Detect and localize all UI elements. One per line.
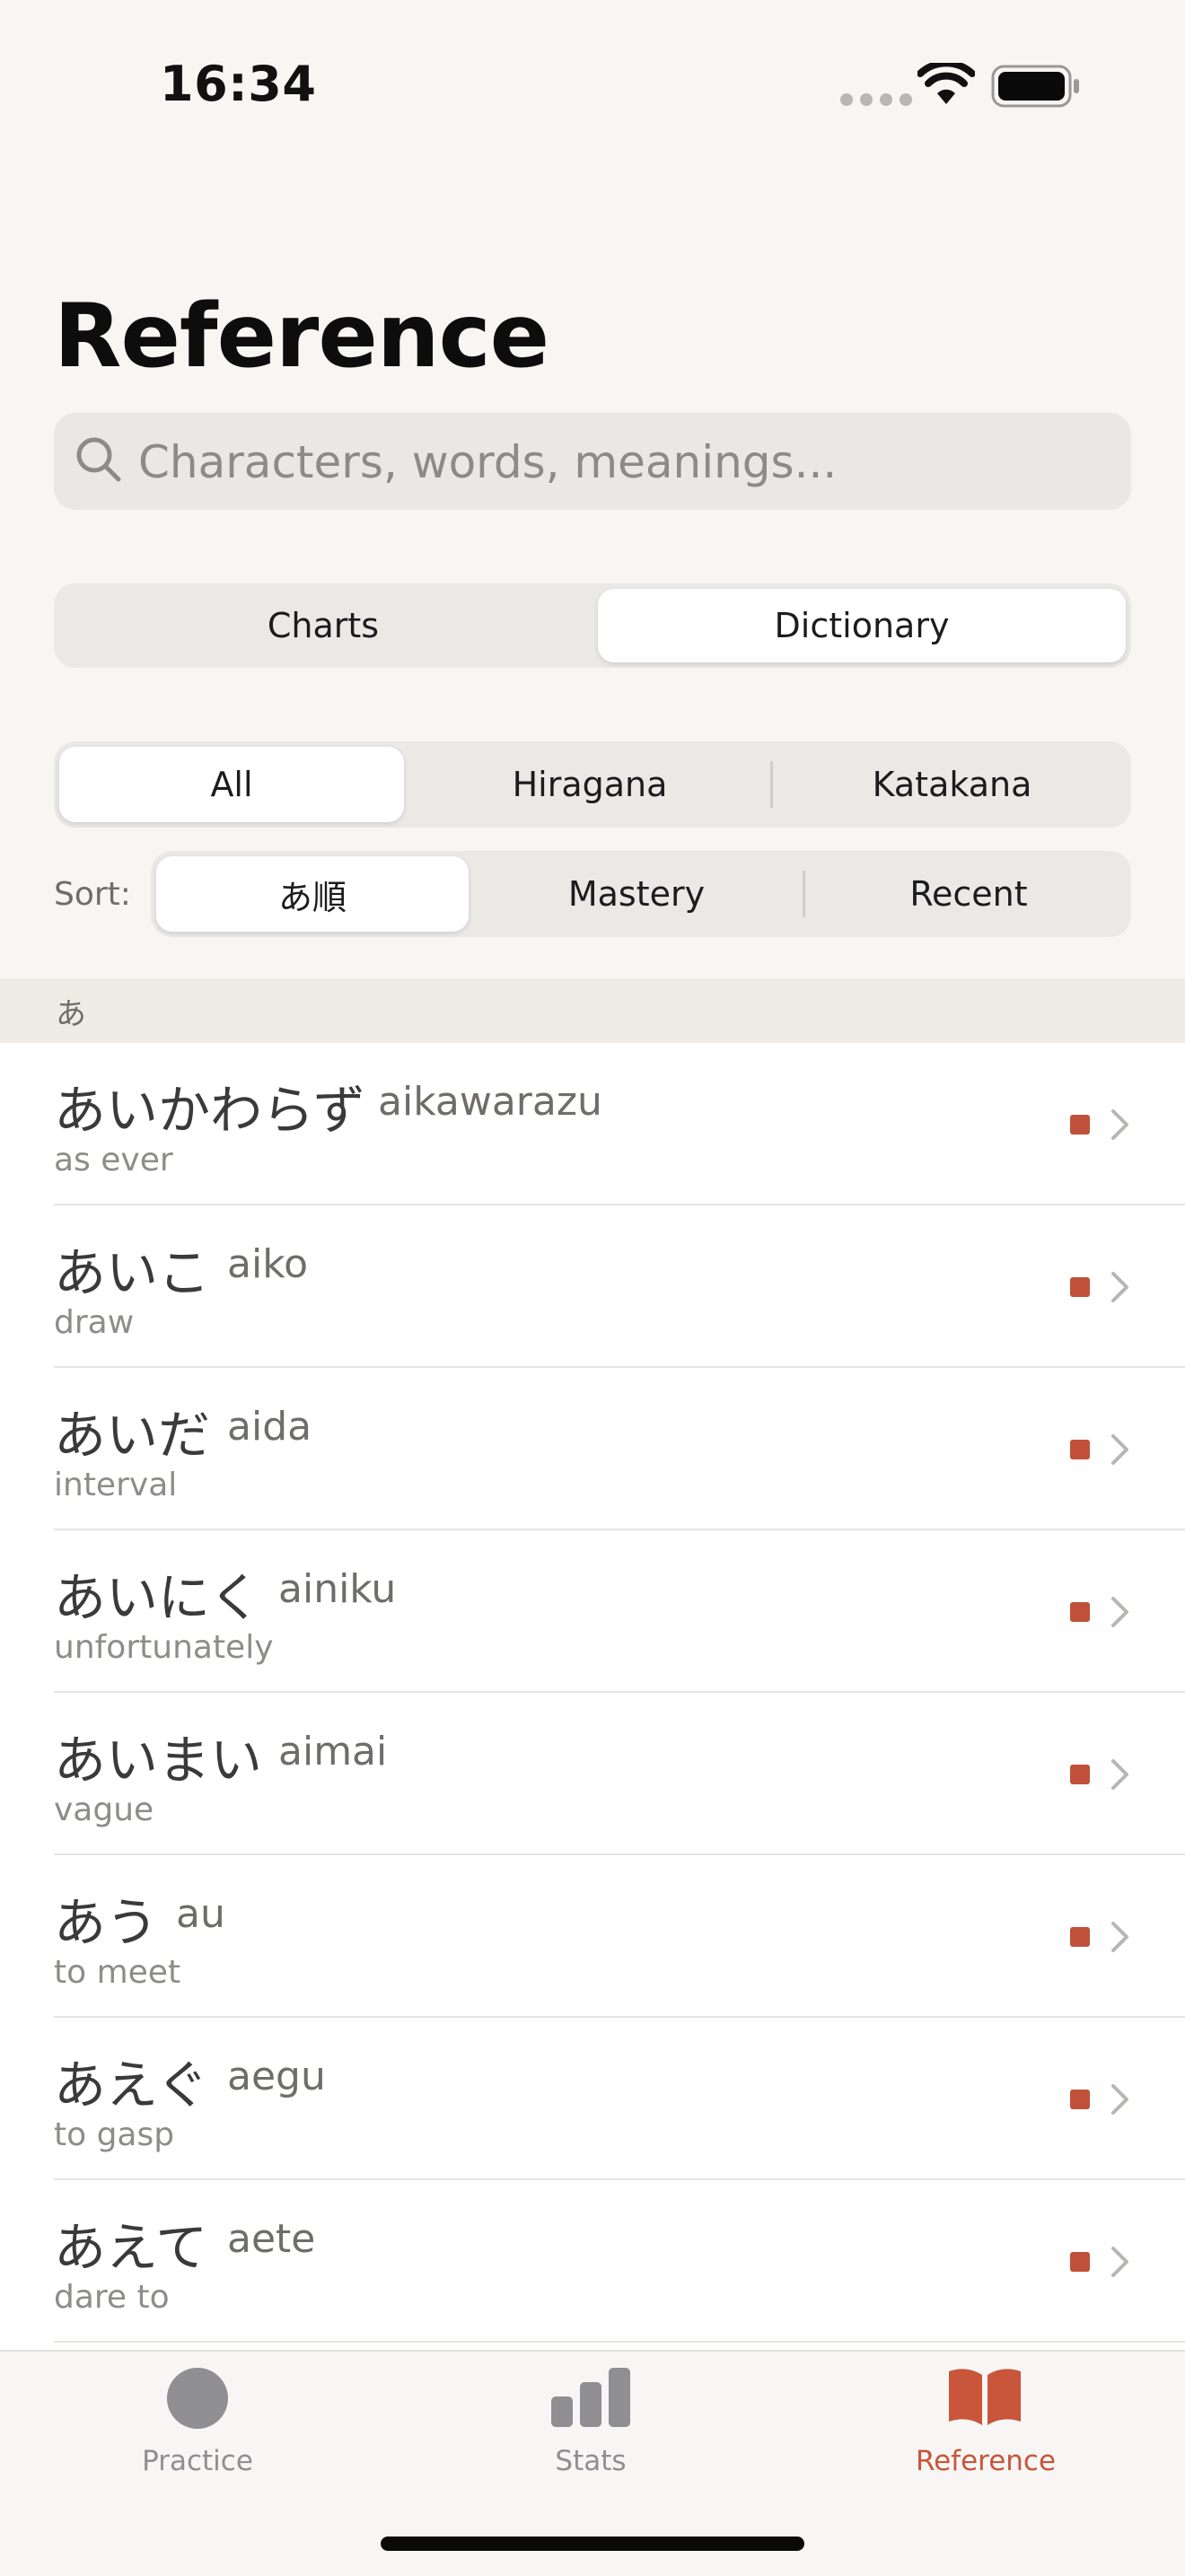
- word-romaji: aiko: [227, 1241, 309, 1287]
- mastery-indicator: [1070, 1602, 1090, 1622]
- word-kana: あえぐ: [54, 2055, 209, 2116]
- tab-stats[interactable]: Stats: [456, 2366, 725, 2492]
- chevron-right-icon: [1111, 1922, 1128, 1952]
- word-list: あいかわらず aikawarazu as ever あいこ aiko draw …: [0, 1043, 1185, 2350]
- search-icon: [76, 437, 121, 482]
- cellular-signal-icon: [840, 93, 912, 106]
- filter-hiragana[interactable]: Hiragana: [409, 741, 770, 828]
- chevron-right-icon: [1111, 1109, 1128, 1140]
- word-kana: あえて: [54, 2217, 208, 2278]
- mastery-indicator: [1070, 1927, 1090, 1947]
- word-kana: あいこ: [54, 1242, 211, 1303]
- sort-kana-order[interactable]: あ順: [156, 856, 469, 932]
- chevron-right-icon: [1111, 2084, 1128, 2115]
- mastery-indicator: [1070, 1440, 1090, 1459]
- bar-chart-icon: [551, 2368, 630, 2427]
- word-row[interactable]: あえぐ aegu to gasp: [0, 2018, 1185, 2180]
- word-meaning: to gasp: [54, 2116, 175, 2153]
- word-kana: あいかわらず: [54, 1080, 365, 1141]
- section-header-label: あ: [56, 996, 86, 1032]
- word-meaning: draw: [54, 1304, 135, 1341]
- chevron-right-icon: [1111, 1759, 1128, 1790]
- word-kana: あいまい: [54, 1730, 263, 1791]
- word-romaji: aimai: [278, 1729, 388, 1774]
- chevron-right-icon: [1111, 1272, 1128, 1302]
- mastery-indicator: [1070, 1277, 1090, 1297]
- home-indicator: [381, 2537, 804, 2551]
- segment-divider: [803, 871, 805, 917]
- word-row[interactable]: あいかわらず aikawarazu as ever: [0, 1043, 1185, 1205]
- word-row[interactable]: あいまい aimai vague: [0, 1693, 1185, 1855]
- sort-recent[interactable]: Recent: [806, 851, 1131, 937]
- tab-label: Practice: [142, 2445, 253, 2477]
- filter-all[interactable]: All: [59, 747, 404, 822]
- word-row[interactable]: あいだ aida interval: [0, 1368, 1185, 1530]
- word-romaji: aegu: [227, 2054, 326, 2099]
- sort-label: Sort:: [54, 876, 131, 913]
- word-row[interactable]: あえて aete dare to: [0, 2180, 1185, 2343]
- word-kana: あいにく: [54, 1567, 261, 1628]
- view-segmented-control: Charts Dictionary: [54, 583, 1131, 668]
- mastery-indicator: [1070, 1115, 1090, 1135]
- word-kana: あいだ: [54, 1405, 211, 1466]
- word-row[interactable]: あいにく ainiku unfortunately: [0, 1530, 1185, 1693]
- word-meaning: to meet: [54, 1954, 181, 1991]
- tab-charts[interactable]: Charts: [54, 583, 592, 668]
- tab-dictionary[interactable]: Dictionary: [598, 589, 1126, 662]
- sort-mastery[interactable]: Mastery: [474, 851, 799, 937]
- word-romaji: aida: [227, 1404, 312, 1450]
- tab-label: Stats: [555, 2445, 627, 2477]
- wifi-icon: [917, 63, 975, 104]
- section-header: [0, 978, 1185, 1043]
- chevron-right-icon: [1111, 1597, 1128, 1627]
- mastery-indicator: [1070, 1765, 1090, 1784]
- tab-label: Reference: [915, 2445, 1057, 2477]
- open-book-icon: [949, 2369, 1021, 2425]
- word-kana: あう: [54, 1892, 159, 1953]
- mastery-indicator: [1070, 2252, 1090, 2272]
- mastery-indicator: [1070, 2090, 1090, 2109]
- word-romaji: ainiku: [278, 1566, 397, 1612]
- filter-katakana[interactable]: Katakana: [773, 741, 1131, 828]
- word-romaji: aikawarazu: [378, 1079, 602, 1125]
- row-separator: [54, 2341, 1185, 2343]
- status-time: 16:34: [160, 56, 317, 112]
- word-meaning: vague: [54, 1792, 154, 1828]
- search-input[interactable]: [136, 422, 1110, 503]
- chevron-right-icon: [1111, 2247, 1128, 2277]
- word-romaji: au: [176, 1891, 225, 1937]
- battery-icon: [991, 65, 1079, 108]
- word-row[interactable]: あう au to meet: [0, 1855, 1185, 2018]
- word-meaning: unfortunately: [54, 1629, 274, 1666]
- word-romaji: aete: [227, 2216, 316, 2262]
- script-filter-control: All Hiragana Katakana: [54, 741, 1131, 828]
- word-meaning: dare to: [54, 2279, 170, 2316]
- tab-reference[interactable]: Reference: [851, 2366, 1120, 2492]
- word-row[interactable]: あいこ aiko draw: [0, 1205, 1185, 1368]
- circle-icon: [167, 2368, 228, 2429]
- page-title: Reference: [54, 285, 549, 388]
- word-meaning: as ever: [54, 1142, 173, 1178]
- word-meaning: interval: [54, 1467, 178, 1503]
- tab-practice[interactable]: Practice: [63, 2366, 332, 2492]
- chevron-right-icon: [1111, 1434, 1128, 1465]
- sort-segmented-control: あ順 Mastery Recent: [151, 851, 1131, 937]
